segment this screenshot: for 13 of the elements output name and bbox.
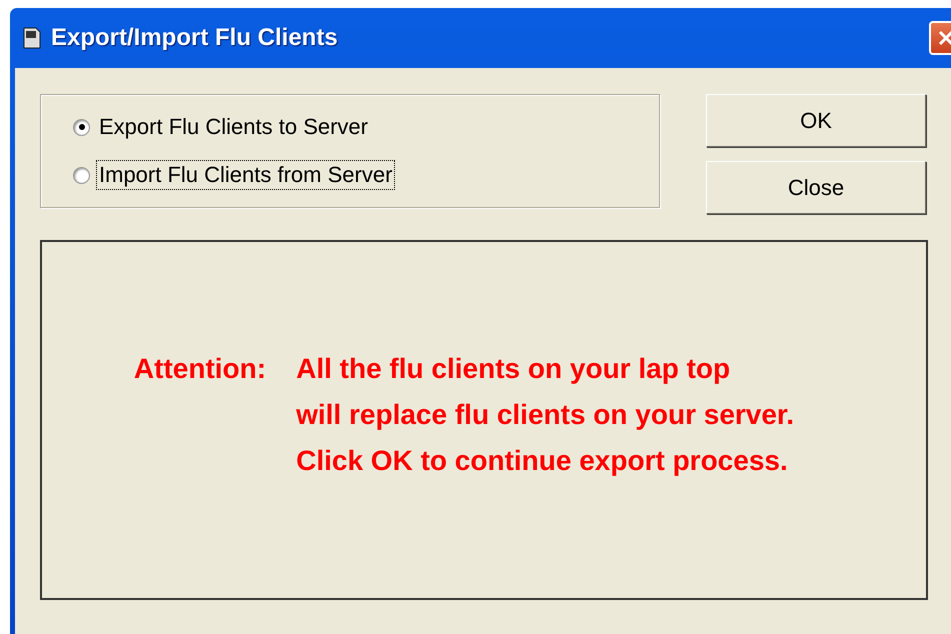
radio-button[interactable] [73, 118, 90, 136]
message-line: All the flu clients on your lap top [296, 352, 732, 386]
option-label[interactable]: Export Flu Clients to Server [96, 112, 371, 142]
attention-label: Attention: [134, 352, 266, 386]
close-icon [937, 29, 951, 47]
app-icon [23, 27, 41, 49]
option-label[interactable]: Import Flu Clients from Server [96, 160, 396, 190]
dialog-button[interactable]: OK [706, 94, 926, 147]
radio-button[interactable] [73, 166, 90, 184]
message-line: will replace flu clients on your server. [296, 398, 794, 432]
dialog-button[interactable]: Close [706, 161, 926, 214]
window-title: Export/Import Flu Clients [51, 24, 338, 52]
message-line: Click OK to continue export process. [296, 444, 789, 478]
